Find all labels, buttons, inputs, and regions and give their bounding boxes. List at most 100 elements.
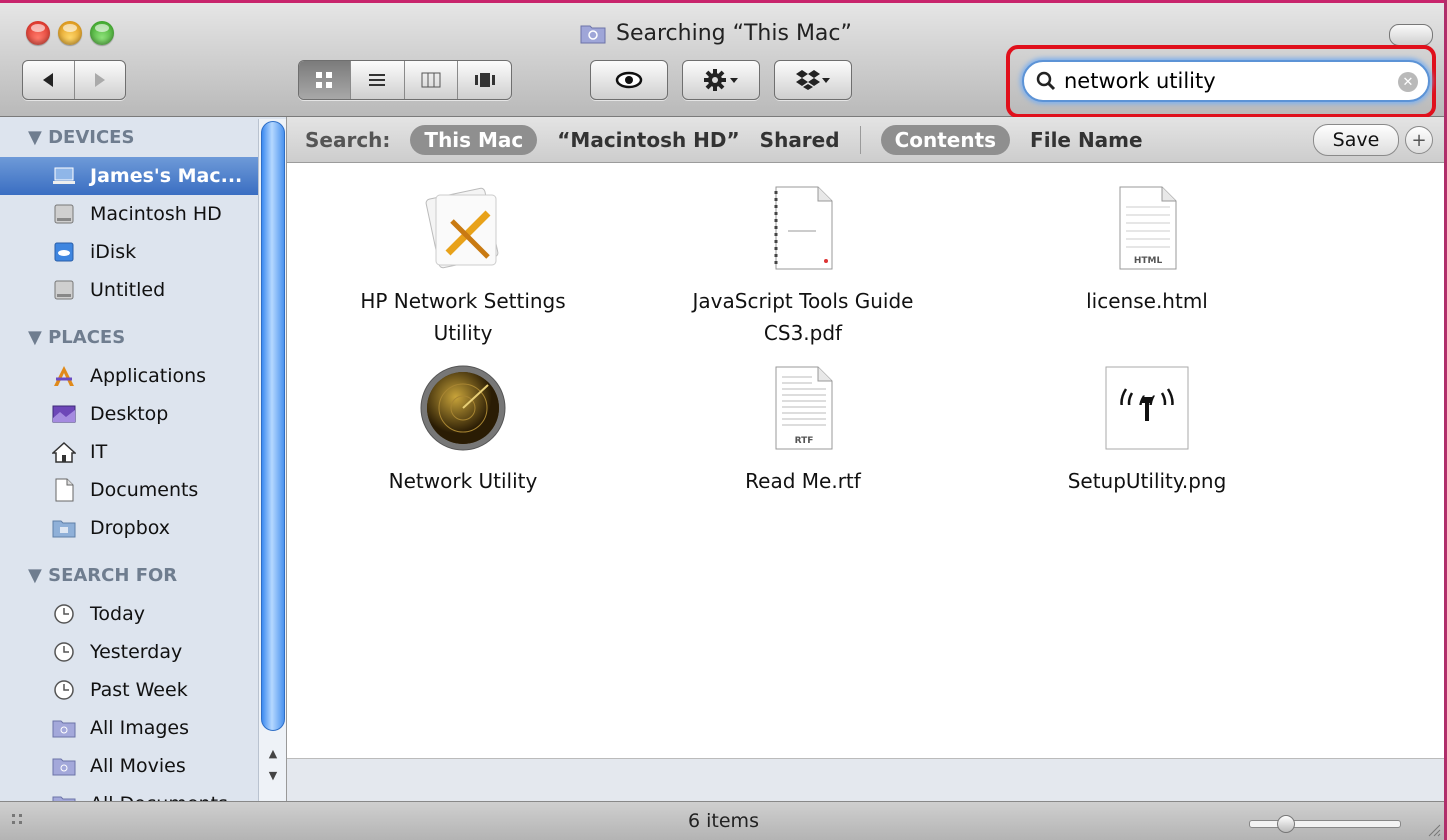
result-item[interactable]: (( SetupUtility.png <box>997 353 1297 497</box>
window-title-text: Searching “This Mac” <box>616 20 852 46</box>
window-title: Searching “This Mac” <box>580 18 852 48</box>
action-menu-button[interactable] <box>682 60 760 100</box>
scope-file-name[interactable]: File Name <box>1030 128 1143 152</box>
scope-divider <box>859 125 861 154</box>
scope-macintosh-hd[interactable]: “Macintosh HD” <box>557 128 739 152</box>
scope-label: Search: <box>305 127 391 152</box>
sidebar-scroll-thumb[interactable] <box>261 121 285 731</box>
list-view-button[interactable] <box>351 61 405 99</box>
scope-shared[interactable]: Shared <box>760 128 840 152</box>
forward-arrow-icon <box>94 73 105 87</box>
forward-button[interactable] <box>75 61 126 99</box>
sidebar-item-james-mac[interactable]: James's Mac... <box>0 157 258 195</box>
window-edge <box>0 0 1447 3</box>
sidebar-group-places[interactable]: ▼ PLACES <box>0 317 286 357</box>
clear-search-icon[interactable]: ✕ <box>1398 72 1418 92</box>
rtf-document-icon: RTF <box>748 353 858 463</box>
file-name: HP Network Settings <box>360 289 566 313</box>
result-item[interactable]: HTML license.html <box>997 173 1297 317</box>
result-item[interactable]: JavaScript Tools Guide CS3.pdf <box>653 173 953 349</box>
sidebar-item-untitled[interactable]: Untitled <box>0 271 286 309</box>
smart-folder-icon <box>52 792 76 801</box>
minimize-button[interactable] <box>58 21 82 45</box>
sidebar-item-all-movies[interactable]: All Movies <box>0 747 286 785</box>
sidebar-item-desktop[interactable]: Desktop <box>0 395 286 433</box>
wireless-image-icon: (( <box>1092 353 1202 463</box>
sidebar-item-idisk[interactable]: iDisk <box>0 233 286 271</box>
html-document-icon: HTML <box>1092 173 1202 283</box>
toolbar-toggle-button[interactable] <box>1389 24 1433 46</box>
save-search-button[interactable]: Save <box>1313 124 1399 156</box>
back-arrow-icon <box>43 73 54 87</box>
dropbox-menu-button[interactable] <box>774 60 852 100</box>
search-scope-bar: Search: This Mac “Macintosh HD” Shared C… <box>287 117 1447 163</box>
clock-icon <box>52 602 76 626</box>
sidebar-item-all-images[interactable]: All Images <box>0 709 286 747</box>
group-title: DEVICES <box>48 126 135 148</box>
smart-folder-icon <box>52 716 76 740</box>
sidebar-item-label: Desktop <box>90 403 169 425</box>
file-name: SetupUtility.png <box>1067 469 1227 493</box>
file-name-line2: Utility <box>433 321 493 345</box>
column-view-button[interactable] <box>405 61 459 99</box>
hard-drive-icon <box>52 278 76 302</box>
result-item[interactable]: Network Utility <box>313 353 613 497</box>
back-button[interactable] <box>23 61 75 99</box>
icon-size-slider[interactable] <box>1249 815 1401 833</box>
sidebar-item-label: All Images <box>90 717 189 739</box>
chevron-down-icon <box>730 78 738 83</box>
documents-icon <box>52 478 76 502</box>
scope-this-mac[interactable]: This Mac <box>410 124 538 155</box>
toolbar: Searching “This Mac” network utility ✕ <box>0 0 1447 118</box>
coverflow-view-button[interactable] <box>458 61 511 99</box>
sidebar-item-past-week[interactable]: Past Week <box>0 671 286 709</box>
sidebar-item-label: Today <box>90 603 145 625</box>
view-mode-control <box>298 60 512 100</box>
clock-icon <box>52 640 76 664</box>
sidebar-scrollbar[interactable]: ▲ ▼ <box>258 119 286 801</box>
sidebar-item-all-documents[interactable]: All Documents <box>0 785 286 801</box>
smart-folder-icon <box>580 25 606 44</box>
file-name: license.html <box>1086 289 1208 313</box>
icon-view-button[interactable] <box>299 61 351 99</box>
sidebar-item-it[interactable]: IT <box>0 433 286 471</box>
column-view-icon <box>421 72 441 88</box>
sidebar-item-label: James's Mac... <box>90 165 243 187</box>
sidebar-group-search-for[interactable]: ▼ SEARCH FOR <box>0 555 286 595</box>
sidebar: ▼ DEVICES James's Mac... Macintosh HD iD… <box>0 117 287 801</box>
results-area: HP Network Settings Utility JavaScript T… <box>287 163 1444 758</box>
result-item[interactable]: RTF Read Me.rtf <box>653 353 953 497</box>
sidebar-item-today[interactable]: Today <box>0 595 286 633</box>
folder-icon <box>52 516 76 540</box>
sidebar-item-label: iDisk <box>90 241 137 263</box>
quick-look-button[interactable] <box>590 60 668 100</box>
sidebar-item-label: Macintosh HD <box>90 203 222 225</box>
list-view-icon <box>369 74 386 86</box>
sidebar-item-documents[interactable]: Documents <box>0 471 286 509</box>
scroll-up-arrow-icon[interactable]: ▲ <box>265 747 281 763</box>
zoom-button[interactable] <box>90 21 114 45</box>
slider-knob[interactable] <box>1276 815 1295 833</box>
path-bar <box>287 758 1444 801</box>
close-button[interactable] <box>26 21 50 45</box>
sidebar-item-macintosh-hd[interactable]: Macintosh HD <box>0 195 286 233</box>
dropbox-icon <box>796 70 820 90</box>
scroll-down-arrow-icon[interactable]: ▼ <box>265 769 281 785</box>
sidebar-group-devices[interactable]: ▼ DEVICES <box>0 117 286 157</box>
result-item[interactable]: HP Network Settings Utility <box>313 173 613 349</box>
sidebar-item-label: Dropbox <box>90 517 171 539</box>
chevron-down-icon <box>822 78 830 83</box>
sidebar-item-label: Applications <box>90 365 207 387</box>
smart-folder-icon <box>52 754 76 778</box>
resize-grip-icon[interactable] <box>1425 821 1441 837</box>
sidebar-item-yesterday[interactable]: Yesterday <box>0 633 286 671</box>
item-count: 6 items <box>688 810 759 832</box>
add-criteria-button[interactable]: + <box>1405 126 1433 154</box>
sidebar-item-applications[interactable]: Applications <box>0 357 286 395</box>
search-field[interactable]: ✕ <box>1022 60 1430 102</box>
sidebar-item-label: Past Week <box>90 679 188 701</box>
scope-contents[interactable]: Contents <box>880 124 1011 155</box>
sidebar-item-dropbox[interactable]: Dropbox <box>0 509 286 547</box>
group-title: SEARCH FOR <box>48 564 178 586</box>
search-input[interactable] <box>1062 68 1386 94</box>
